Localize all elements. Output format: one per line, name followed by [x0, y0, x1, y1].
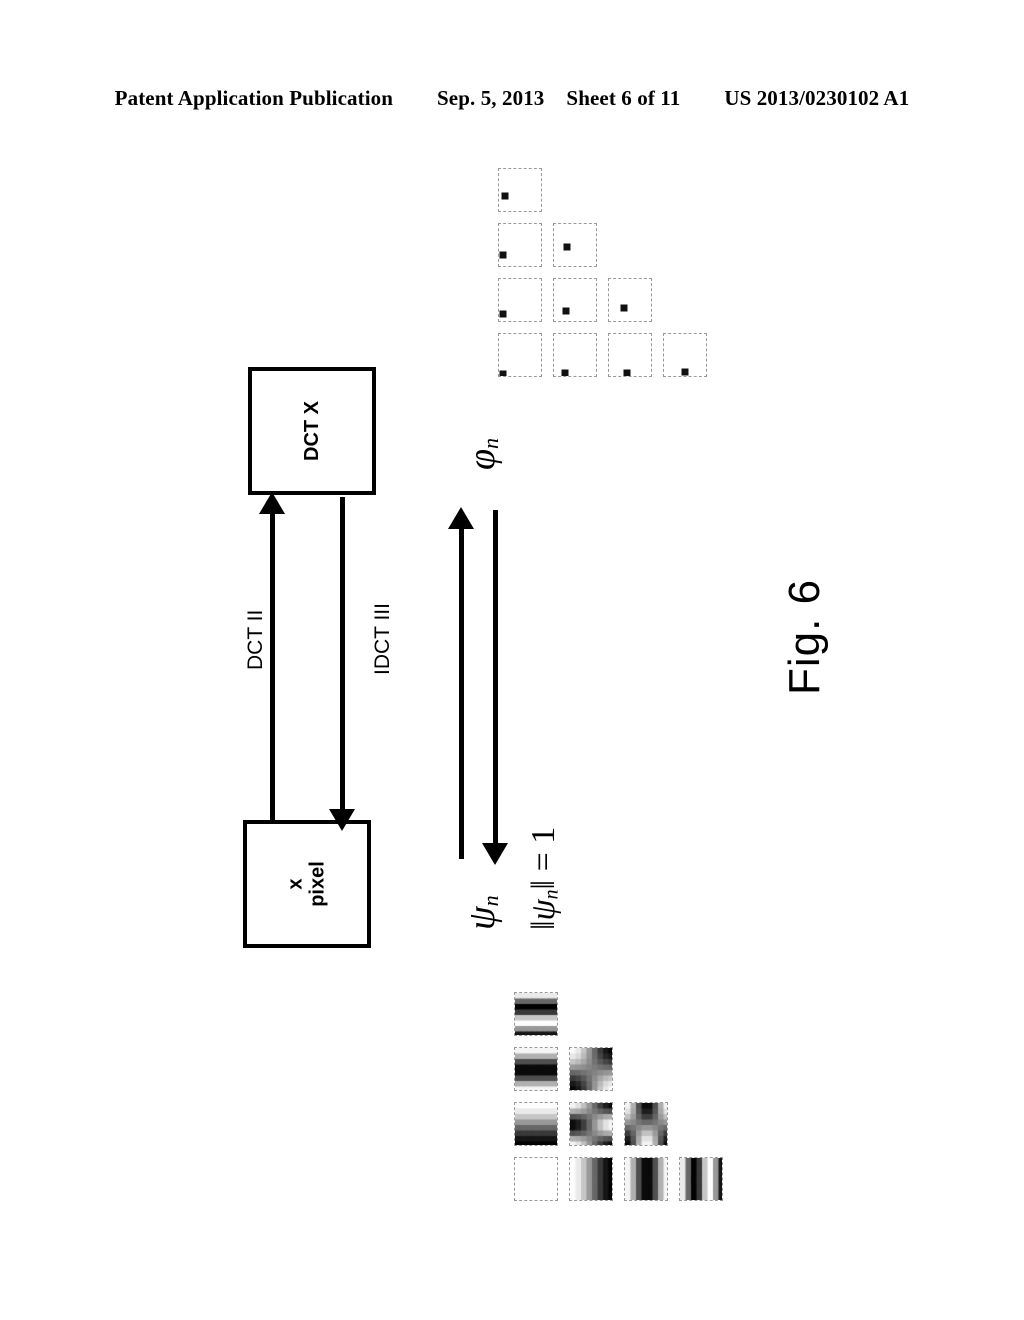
spike-marker: [501, 192, 509, 200]
label-psi-subscript: n: [477, 895, 503, 907]
block-dct-x-label: DCT X: [300, 401, 323, 461]
basis-tile: [624, 1157, 668, 1201]
basis-tile: [679, 1157, 723, 1201]
dct-basis-image: [570, 1048, 612, 1090]
dct-basis-image: [570, 1158, 612, 1200]
dct-basis-image: [625, 1158, 667, 1200]
header-date: Sep. 5, 2013: [437, 86, 545, 110]
basis-tile: [608, 333, 652, 377]
block-x-pixel-label: x pixel: [285, 861, 330, 907]
basis-tile: [514, 1102, 558, 1146]
spike-marker: [623, 369, 631, 376]
top-tile-grid: [498, 168, 728, 388]
block-dct-x: DCT X: [248, 367, 376, 495]
basis-tile: [498, 333, 542, 377]
basis-tile: [514, 1047, 558, 1091]
label-norm-constraint: ‖ψn‖ = 1: [525, 826, 563, 930]
block-x-pixel-label-text: x pixel: [284, 861, 329, 907]
spike-marker: [562, 307, 570, 315]
basis-tile: [498, 223, 542, 267]
label-phi-subscript: n: [477, 437, 503, 449]
basis-arrow-up-shaft: [459, 527, 464, 859]
basis-arrow-up-head: [448, 507, 474, 529]
arrow-idct-iii-head: [329, 809, 355, 831]
basis-tile: [663, 333, 707, 377]
dct-basis-image: [515, 993, 557, 1035]
basis-arrow-down-shaft: [493, 510, 498, 843]
header-publication: Patent Application Publication: [114, 86, 394, 110]
dct-basis-image: [515, 1048, 557, 1090]
dct-basis-image: [515, 1103, 557, 1145]
basis-tile: [553, 223, 597, 267]
label-norm-close: ‖ =: [525, 843, 562, 890]
block-x-pixel: x pixel: [243, 820, 371, 948]
spike-marker: [681, 368, 689, 376]
label-norm-text: ‖: [525, 920, 562, 930]
basis-tile: [569, 1157, 613, 1201]
spike-marker: [561, 369, 569, 376]
arrow-dct-ii-head: [259, 492, 285, 514]
label-norm-value: 1: [525, 826, 562, 844]
label-norm-subscript: n: [540, 889, 563, 900]
basis-arrow-down-head: [482, 843, 508, 865]
basis-tile: [498, 278, 542, 322]
basis-tile: [608, 278, 652, 322]
spike-marker: [499, 370, 507, 376]
basis-tile: [569, 1047, 613, 1091]
label-psi-n: ψn: [461, 895, 503, 930]
basis-tile: [514, 992, 558, 1036]
header-document-number: US 2013/0230102 A1: [724, 86, 910, 110]
label-phi-symbol: φ: [461, 448, 503, 470]
label-phi-n: φn: [461, 437, 503, 470]
figure-6: DCT X x pixel DCT II IDCT III φn ψn ‖ψn‖ …: [0, 130, 1024, 1290]
dct-basis-image: [625, 1103, 667, 1145]
spike-marker: [499, 310, 507, 318]
basis-tile: [553, 333, 597, 377]
basis-tile: [624, 1102, 668, 1146]
basis-tile: [498, 168, 542, 212]
basis-tile: [553, 278, 597, 322]
arrow-dct-ii-shaft: [270, 512, 275, 824]
header-sheet: Sheet 6 of 11: [566, 86, 681, 110]
spike-marker: [563, 243, 571, 251]
bottom-tile-grid: [514, 992, 744, 1212]
arrow-idct-iii-shaft: [340, 497, 345, 809]
spike-marker: [499, 251, 507, 259]
spike-marker: [620, 304, 628, 312]
dct-basis-image: [680, 1158, 722, 1200]
dct-basis-image: [515, 1158, 557, 1200]
basis-tile: [569, 1102, 613, 1146]
dct-basis-image: [570, 1103, 612, 1145]
label-norm-psi: ψ: [525, 899, 562, 921]
basis-tile: [514, 1157, 558, 1201]
figure-caption: Fig. 6: [780, 578, 829, 695]
page-header: Patent Application Publication Sep. 5, 2…: [0, 86, 1024, 120]
label-psi-symbol: ψ: [461, 906, 503, 930]
arrow-idct-iii-label: IDCT III: [371, 603, 394, 675]
arrow-dct-ii-label: DCT II: [244, 609, 267, 670]
